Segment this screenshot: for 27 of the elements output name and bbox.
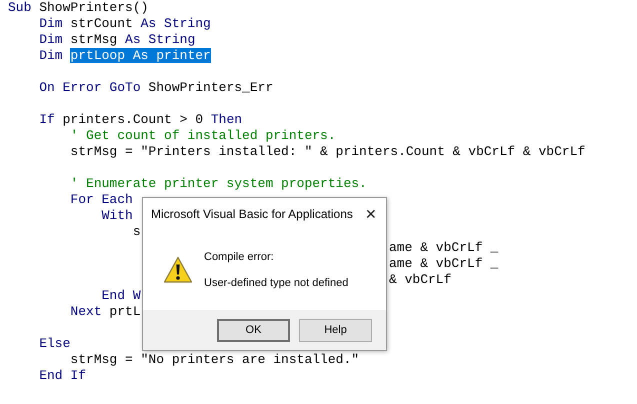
help-button[interactable]: Help bbox=[299, 318, 372, 342]
error-heading: Compile error: bbox=[204, 251, 275, 263]
code-line: ' Enumerate printer system properties. bbox=[69, 176, 367, 191]
code-line: Dim strMsg As String bbox=[38, 32, 196, 47]
code-line: ame & vbCrLf _ bbox=[389, 240, 498, 255]
error-message: User-defined type not defined bbox=[204, 277, 348, 289]
code-line: End W bbox=[100, 288, 141, 303]
code-line: s bbox=[132, 224, 141, 239]
code-line: Next prtL bbox=[69, 304, 141, 319]
code-line: On Error GoTo ShowPrinters_Err bbox=[38, 80, 274, 95]
code-line: Else bbox=[38, 336, 70, 351]
code-line: Sub ShowPrinters() bbox=[8, 0, 148, 15]
code-line: strMsg = "No printers are installed." bbox=[69, 352, 360, 367]
dialog-title: Microsoft Visual Basic for Applications bbox=[151, 207, 353, 221]
code-line: ' Get count of installed printers. bbox=[69, 128, 336, 143]
warning-icon bbox=[163, 256, 193, 284]
code-line: strMsg = "Printers installed: " & printers.Count & vbCrLf & vbCrLf bbox=[69, 144, 586, 159]
code-line: If printers.Count > 0 Then bbox=[38, 112, 242, 127]
close-button[interactable]: ✕ bbox=[356, 199, 386, 229]
code-line: End If bbox=[38, 368, 86, 383]
code-line: ame & vbCrLf _ bbox=[389, 256, 498, 271]
ok-button[interactable]: OK bbox=[217, 318, 290, 342]
code-line: Dim strCount As String bbox=[38, 16, 211, 31]
code-line: With bbox=[100, 208, 133, 223]
code-line: & vbCrLf bbox=[389, 272, 452, 287]
code-line: Dim prtLoop As printer bbox=[38, 48, 211, 63]
code-line: For Each bbox=[69, 192, 133, 207]
